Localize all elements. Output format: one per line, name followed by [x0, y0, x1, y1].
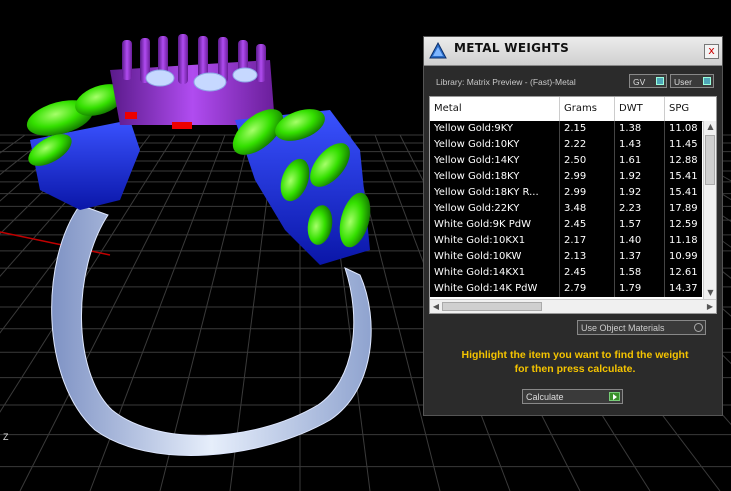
- cell-spg: 15.41: [665, 169, 705, 185]
- cell-metal: White Gold:10KW: [430, 249, 560, 265]
- calculate-button[interactable]: Calculate: [522, 389, 623, 404]
- calculate-label: Calculate: [526, 392, 564, 402]
- cell-grams: 2.15: [560, 121, 615, 137]
- use-object-materials-label: Use Object Materials: [581, 323, 665, 333]
- cell-metal: White Gold:14KX1: [430, 265, 560, 281]
- gv-label: GV: [633, 77, 646, 87]
- column-header-metal[interactable]: Metal: [430, 97, 560, 121]
- cell-metal: White Gold:10KX1: [430, 233, 560, 249]
- cell-dwt: 1.57: [615, 217, 665, 233]
- cell-metal: White Gold:14K PdW: [430, 281, 560, 297]
- cell-metal: Yellow Gold:10KY: [430, 137, 560, 153]
- table-row[interactable]: Yellow Gold:10KY 2.22 1.43 11.45: [430, 137, 705, 153]
- play-arrow-icon: [609, 392, 620, 401]
- cell-metal: White Gold:9K PdW: [430, 217, 560, 233]
- cell-spg: 11.08: [665, 121, 705, 137]
- cell-dwt: 1.79: [615, 281, 665, 297]
- cell-metal: Yellow Gold:9KY: [430, 121, 560, 137]
- cell-grams: 2.99: [560, 185, 615, 201]
- vertical-scroll-thumb[interactable]: [705, 135, 715, 185]
- cell-spg: 17.89: [665, 201, 705, 217]
- instruction-line-2: for then press calculate.: [514, 363, 636, 375]
- table-row[interactable]: White Gold:14K PdW 2.79 1.79 14.37: [430, 281, 705, 297]
- cell-metal: Yellow Gold:18KY: [430, 169, 560, 185]
- table-row[interactable]: Yellow Gold:9KY 2.15 1.38 11.08: [430, 121, 705, 137]
- cell-dwt: 1.61: [615, 153, 665, 169]
- user-indicator-icon: [703, 77, 711, 85]
- table-header: Metal Grams DWT SPG: [430, 97, 716, 122]
- horizontal-scroll-thumb[interactable]: [442, 302, 542, 311]
- radio-indicator-icon: [694, 323, 703, 332]
- cell-spg: 11.45: [665, 137, 705, 153]
- table-row[interactable]: Yellow Gold:14KY 2.50 1.61 12.88: [430, 153, 705, 169]
- cell-metal: Yellow Gold:18KY R...: [430, 185, 560, 201]
- library-label: Library: Matrix Preview - (Fast)-Metal: [436, 77, 576, 87]
- table-row[interactable]: White Gold:10KW 2.13 1.37 10.99: [430, 249, 705, 265]
- cell-dwt: 1.58: [615, 265, 665, 281]
- z-axis-label: Z: [3, 432, 9, 442]
- table-row[interactable]: White Gold:10KX1 2.17 1.40 11.18: [430, 233, 705, 249]
- gv-toggle[interactable]: GV: [629, 74, 667, 88]
- cell-spg: 14.37: [665, 281, 705, 297]
- cell-grams: 2.99: [560, 169, 615, 185]
- cell-dwt: 1.37: [615, 249, 665, 265]
- cell-dwt: 2.23: [615, 201, 665, 217]
- horizontal-scrollbar[interactable]: ◀ ▶: [430, 299, 716, 313]
- table-row[interactable]: Yellow Gold:18KY 2.99 1.92 15.41: [430, 169, 705, 185]
- table-row[interactable]: White Gold:9K PdW 2.45 1.57 12.59: [430, 217, 705, 233]
- cell-grams: 2.17: [560, 233, 615, 249]
- cell-grams: 2.50: [560, 153, 615, 169]
- metal-weights-table[interactable]: Metal Grams DWT SPG Yellow Gold:9KY 2.15 1…: [429, 96, 717, 314]
- cell-spg: 15.41: [665, 185, 705, 201]
- user-label: User: [674, 77, 692, 87]
- panel-title: METAL WEIGHTS: [454, 41, 570, 55]
- cell-grams: 2.45: [560, 217, 615, 233]
- cell-grams: 2.79: [560, 281, 615, 297]
- table-row[interactable]: White Gold:14KX1 2.45 1.58 12.61: [430, 265, 705, 281]
- column-header-spg[interactable]: SPG: [665, 97, 705, 121]
- table-row[interactable]: Yellow Gold:18KY R... 2.99 1.92 15.41: [430, 185, 705, 201]
- scroll-left-icon[interactable]: ◀: [430, 300, 442, 313]
- cell-metal: Yellow Gold:22KY: [430, 201, 560, 217]
- cell-dwt: 1.38: [615, 121, 665, 137]
- cell-grams: 2.22: [560, 137, 615, 153]
- column-header-dwt[interactable]: DWT: [615, 97, 665, 121]
- user-toggle[interactable]: User: [670, 74, 714, 88]
- close-button[interactable]: x: [704, 44, 719, 59]
- cell-spg: 12.88: [665, 153, 705, 169]
- cell-spg: 12.59: [665, 217, 705, 233]
- cell-metal: Yellow Gold:14KY: [430, 153, 560, 169]
- scroll-down-icon[interactable]: ▼: [704, 287, 716, 299]
- cell-grams: 3.48: [560, 201, 615, 217]
- instruction-line-1: Highlight the item you want to find the …: [461, 349, 689, 361]
- scroll-up-icon[interactable]: ▲: [704, 121, 716, 133]
- cell-spg: 12.61: [665, 265, 705, 281]
- column-header-grams[interactable]: Grams: [560, 97, 615, 121]
- cell-dwt: 1.43: [615, 137, 665, 153]
- cell-grams: 2.45: [560, 265, 615, 281]
- cell-dwt: 1.40: [615, 233, 665, 249]
- instruction-text: Highlight the item you want to find the …: [434, 348, 716, 376]
- matrix-logo-icon: [429, 41, 447, 59]
- gv-indicator-icon: [656, 77, 664, 85]
- use-object-materials-toggle[interactable]: Use Object Materials: [577, 320, 706, 335]
- cell-grams: 2.13: [560, 249, 615, 265]
- metal-weights-panel: METAL WEIGHTS x Library: Matrix Preview …: [423, 36, 723, 416]
- vertical-scrollbar[interactable]: ▲ ▼: [703, 121, 716, 299]
- cell-spg: 11.18: [665, 233, 705, 249]
- table-row[interactable]: Yellow Gold:22KY 3.48 2.23 17.89: [430, 201, 705, 217]
- cell-spg: 10.99: [665, 249, 705, 265]
- panel-titlebar[interactable]: METAL WEIGHTS x: [424, 37, 722, 66]
- cell-dwt: 1.92: [615, 185, 665, 201]
- scroll-right-icon[interactable]: ▶: [704, 300, 716, 313]
- cell-dwt: 1.92: [615, 169, 665, 185]
